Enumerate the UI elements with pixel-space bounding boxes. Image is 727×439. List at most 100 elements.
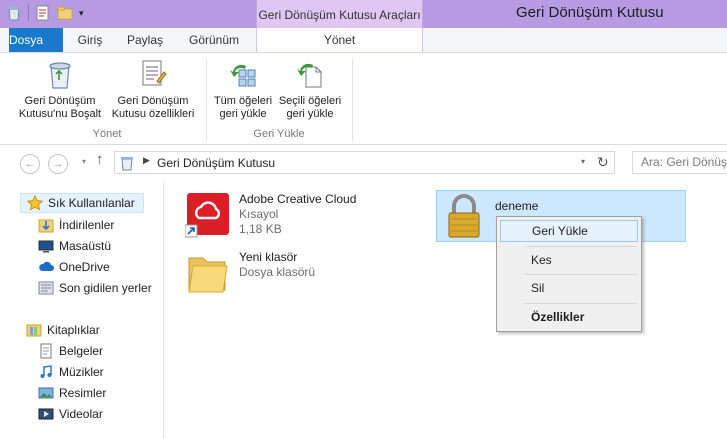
context-menu: Geri Yükle Kes Sil Özellikler bbox=[496, 216, 642, 332]
sidebar-item-recent[interactable]: Son gidilen yerler bbox=[38, 278, 152, 298]
list-item[interactable]: Adobe Creative Cloud Kısayol 1,18 KB bbox=[185, 192, 356, 238]
address-bar-row: ← → ▾ ↑ ▶ Geri Dönüşüm Kutusu ▾ ↻ Ara: G… bbox=[0, 146, 727, 179]
file-list: Adobe Creative Cloud Kısayol 1,18 KB Yen… bbox=[165, 180, 727, 439]
tab-share[interactable]: Paylaş bbox=[122, 28, 168, 52]
sidebar-item-label: Resimler bbox=[59, 386, 107, 400]
sidebar-item-label: Videolar bbox=[59, 407, 103, 421]
file-type: Kısayol bbox=[239, 207, 279, 221]
menu-item-properties[interactable]: Özellikler bbox=[500, 306, 638, 328]
file-size: 1,18 KB bbox=[239, 222, 282, 236]
properties-icon bbox=[142, 60, 167, 86]
sidebar-item-label: Sık Kullanılanlar bbox=[48, 196, 135, 210]
restore-all-label-line1: Tüm öğeleri bbox=[213, 95, 273, 107]
libraries-icon bbox=[26, 324, 42, 337]
sidebar-item-desktop[interactable]: Masaüstü bbox=[38, 236, 111, 256]
back-arrow-icon: ← bbox=[24, 158, 36, 170]
ribbon-group-separator bbox=[206, 59, 207, 141]
videos-icon bbox=[38, 408, 54, 420]
restore-all-label-line2: geri yükle bbox=[219, 108, 267, 120]
adobe-creative-cloud-icon bbox=[185, 193, 229, 238]
file-name: Yeni klasör bbox=[239, 250, 298, 264]
sidebar-item-libraries[interactable]: Kitaplıklar bbox=[26, 320, 100, 340]
ribbon: Geri Dönüşüm Kutusu'nu Boşalt Geri Dönüş… bbox=[0, 52, 727, 145]
menu-item-delete[interactable]: Sil bbox=[500, 277, 638, 299]
sidebar-item-music[interactable]: Müzikler bbox=[38, 362, 104, 382]
cloud-icon bbox=[39, 261, 54, 271]
recent-places-icon bbox=[38, 281, 54, 295]
new-folder-icon[interactable] bbox=[57, 5, 73, 21]
padlock-icon bbox=[448, 194, 480, 238]
up-arrow-icon[interactable]: ↑ bbox=[96, 151, 104, 168]
recycle-bin-icon bbox=[121, 157, 133, 171]
recycle-bin-properties-label-line2: Kutusu özellikleri bbox=[111, 108, 195, 120]
sidebar-item-label: Müzikler bbox=[59, 365, 104, 379]
restore-selected-icon bbox=[297, 63, 322, 88]
documents-icon bbox=[40, 343, 52, 359]
search-input[interactable]: Ara: Geri Dönüşüm Kutusu bbox=[632, 151, 727, 174]
sidebar-item-label: Kitaplıklar bbox=[47, 323, 100, 337]
title-bar: ▾ Geri Dönüşüm Kutusu Araçları Geri Dönü… bbox=[0, 0, 727, 28]
menu-separator bbox=[525, 274, 637, 275]
tab-home[interactable]: Giriş bbox=[70, 28, 110, 52]
address-box[interactable]: ▶ Geri Dönüşüm Kutusu ▾ ↻ bbox=[114, 151, 615, 174]
menu-item-restore[interactable]: Geri Yükle bbox=[500, 220, 638, 242]
restore-all-icon bbox=[230, 64, 256, 87]
customize-toolbar-chevron-icon[interactable]: ▾ bbox=[79, 8, 84, 19]
window-title: Geri Dönüşüm Kutusu bbox=[516, 4, 664, 21]
contextual-tab-group-header: Geri Dönüşüm Kutusu Araçları bbox=[256, 0, 423, 28]
recent-locations-chevron-icon[interactable]: ▾ bbox=[82, 157, 86, 166]
star-icon bbox=[27, 195, 43, 211]
folder-icon bbox=[188, 257, 228, 293]
restore-selected-label-line1: Seçili öğeleri bbox=[278, 95, 342, 107]
properties-icon[interactable] bbox=[35, 5, 51, 21]
recycle-bin-icon[interactable] bbox=[6, 5, 22, 21]
menu-separator bbox=[525, 246, 637, 247]
forward-button[interactable]: → bbox=[48, 154, 68, 174]
tab-file[interactable]: Dosya bbox=[9, 28, 63, 52]
tab-manage[interactable]: Yönet bbox=[256, 28, 423, 53]
toolbar-separator bbox=[28, 5, 29, 21]
breadcrumb-location[interactable]: Geri Dönüşüm Kutusu bbox=[157, 156, 275, 170]
ribbon-tab-row: Dosya Giriş Paylaş Görünüm Yönet bbox=[0, 28, 727, 53]
address-history-chevron-icon[interactable]: ▾ bbox=[581, 157, 585, 166]
music-note-icon bbox=[40, 365, 52, 378]
menu-item-cut[interactable]: Kes bbox=[500, 249, 638, 271]
pictures-icon bbox=[38, 387, 54, 399]
restore-all-items-button[interactable]: Tüm öğeleri geri yükle bbox=[210, 57, 276, 121]
quick-access-toolbar: ▾ bbox=[6, 5, 84, 21]
ribbon-group-separator bbox=[352, 59, 353, 141]
restore-group-label: Geri Yükle bbox=[253, 128, 305, 140]
list-item[interactable]: Yeni klasör Dosya klasörü bbox=[185, 250, 315, 296]
sidebar-item-favorites[interactable]: Sık Kullanılanlar bbox=[20, 193, 144, 213]
manage-group-label: Yönet bbox=[92, 128, 122, 140]
downloads-icon bbox=[38, 219, 54, 233]
file-name: deneme bbox=[495, 199, 539, 213]
sidebar-item-documents[interactable]: Belgeler bbox=[38, 341, 103, 361]
desktop-icon bbox=[38, 240, 54, 253]
empty-recycle-bin-label-line2: Kutusu'nu Boşalt bbox=[18, 108, 102, 120]
empty-recycle-bin-button[interactable]: Geri Dönüşüm Kutusu'nu Boşalt bbox=[10, 57, 110, 121]
sidebar-item-onedrive[interactable]: OneDrive bbox=[38, 257, 110, 277]
recycle-bin-properties-button[interactable]: Geri Dönüşüm Kutusu özellikleri bbox=[106, 57, 200, 121]
refresh-icon[interactable]: ↻ bbox=[597, 154, 609, 171]
sidebar-item-label: OneDrive bbox=[59, 260, 110, 274]
sidebar-item-downloads[interactable]: İndirilenler bbox=[38, 215, 114, 235]
recycle-bin-icon bbox=[49, 62, 71, 89]
breadcrumb-chevron-icon[interactable]: ▶ bbox=[143, 155, 150, 166]
sidebar-item-videos[interactable]: Videolar bbox=[38, 404, 103, 424]
tab-view[interactable]: Görünüm bbox=[182, 28, 246, 52]
sidebar-item-label: Masaüstü bbox=[59, 239, 112, 253]
file-type: Dosya klasörü bbox=[239, 265, 316, 279]
sidebar-item-label: Son gidilen yerler bbox=[59, 281, 152, 295]
empty-recycle-bin-label-line1: Geri Dönüşüm bbox=[24, 95, 96, 107]
forward-arrow-icon: → bbox=[52, 158, 64, 170]
sidebar-item-pictures[interactable]: Resimler bbox=[38, 383, 106, 403]
restore-selected-label-line2: geri yükle bbox=[286, 108, 334, 120]
sidebar-item-label: İndirilenler bbox=[59, 218, 115, 232]
file-name: Adobe Creative Cloud bbox=[239, 192, 357, 206]
back-button[interactable]: ← bbox=[20, 154, 40, 174]
recycle-bin-properties-label-line1: Geri Dönüşüm bbox=[117, 95, 189, 107]
sidebar-item-label: Belgeler bbox=[59, 344, 104, 358]
navigation-pane: Sık Kullanılanlar İndirilenler Masaüstü … bbox=[0, 180, 164, 439]
restore-selected-items-button[interactable]: Seçili öğeleri geri yükle bbox=[274, 57, 346, 121]
